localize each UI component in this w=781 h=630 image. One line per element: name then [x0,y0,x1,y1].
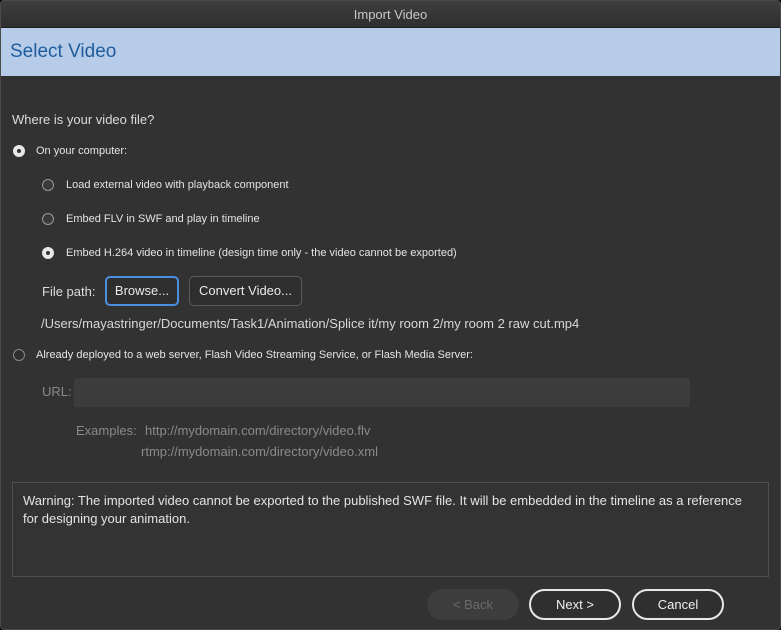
radio-embed-h264[interactable] [42,247,54,259]
example-rtmp-url: rtmp://mydomain.com/directory/video.xml [141,444,378,459]
browse-button[interactable]: Browse... [105,276,179,306]
example-flv-url: http://mydomain.com/directory/video.flv [145,423,371,438]
next-button[interactable]: Next > [529,589,621,620]
examples-label: Examples: [76,423,137,438]
url-label: URL: [42,384,72,399]
back-button[interactable]: < Back [427,589,519,620]
window-title: Import Video [1,1,780,28]
radio-load-external-label[interactable]: Load external video with playback compon… [66,179,289,191]
import-video-dialog: Import Video Select Video Where is your … [0,0,781,630]
radio-on-computer-label[interactable]: On your computer: [36,145,127,157]
radio-deployed[interactable] [13,349,25,361]
warning-message: Warning: The imported video cannot be ex… [12,482,769,577]
file-path-label: File path: [42,284,96,299]
convert-video-button[interactable]: Convert Video... [189,276,302,306]
radio-load-external[interactable] [42,179,54,191]
radio-embed-h264-label[interactable]: Embed H.264 video in timeline (design ti… [66,247,457,259]
radio-embed-flv[interactable] [42,213,54,225]
file-path-value: /Users/mayastringer/Documents/Task1/Anim… [41,316,580,331]
radio-deployed-label[interactable]: Already deployed to a web server, Flash … [36,349,473,361]
location-question: Where is your video file? [12,112,155,127]
cancel-button[interactable]: Cancel [632,589,724,620]
page-title: Select Video [10,41,117,62]
url-input[interactable] [74,378,690,407]
header-banner: Select Video [1,28,780,76]
radio-on-computer[interactable] [13,145,25,157]
radio-embed-flv-label[interactable]: Embed FLV in SWF and play in timeline [66,213,260,225]
